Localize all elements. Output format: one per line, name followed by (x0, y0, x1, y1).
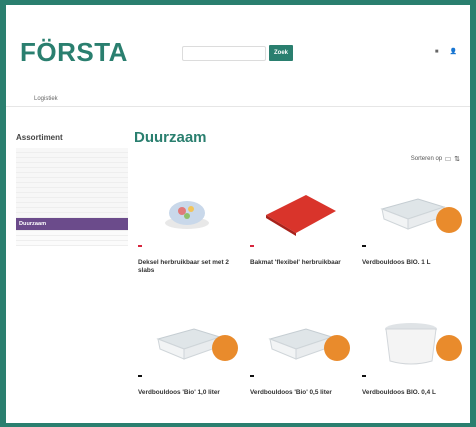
product-name[interactable]: Deksel herbruikbaar set met 2 slabs (138, 259, 242, 275)
sidebar-item[interactable] (16, 241, 128, 246)
brand-badge (138, 245, 142, 247)
search-button[interactable]: Zoek (269, 45, 293, 61)
product-image[interactable] (246, 181, 352, 243)
nav-item[interactable]: Logistiek (34, 96, 58, 102)
logo[interactable]: FÖRSTA (20, 37, 128, 68)
product-card[interactable]: Verdbouldoos BIO. 1 L (358, 181, 464, 273)
product-image[interactable] (134, 181, 240, 243)
product-name[interactable]: Bakmat 'flexibel' herbruikbaar (250, 259, 354, 267)
brand-badge (362, 375, 366, 377)
price-badge (324, 335, 350, 361)
sort-select[interactable] (445, 157, 452, 161)
product-name[interactable]: Verdbouldoos BIO. 0,4 L (362, 389, 466, 397)
product-name[interactable]: Verdbouldoos 'Bio' 1,0 liter (138, 389, 242, 397)
product-card[interactable]: Verdbouldoos BIO. 0,4 L (358, 311, 464, 403)
cart-icon: ■ (434, 48, 439, 55)
sidebar-title: Assortiment (16, 133, 63, 142)
brand-badge (362, 245, 366, 247)
page-title: Duurzaam (134, 129, 207, 146)
sidebar-item-active[interactable]: Duurzaam (16, 218, 128, 231)
brand-badge (250, 245, 254, 247)
brand-badge (138, 375, 142, 377)
sidebar: Duurzaam (16, 148, 128, 246)
price-badge (436, 207, 462, 233)
page: FÖRSTA Zoek ■ 👤 Logistiek Assortiment Du… (6, 5, 470, 423)
product-card[interactable]: Verdbouldoos 'Bio' 0,5 liter (246, 311, 352, 403)
product-name[interactable]: Verdbouldoos 'Bio' 0,5 liter (250, 389, 354, 397)
user-icon: 👤 (449, 49, 457, 55)
sort-row: Sorteren op ⇅ (411, 155, 460, 163)
price-badge (212, 335, 238, 361)
account-link[interactable]: ■ (435, 49, 442, 55)
top-nav: Logistiek (6, 91, 470, 107)
login-link[interactable]: 👤 (450, 48, 460, 55)
price-badge (436, 335, 462, 361)
search-input[interactable] (182, 46, 266, 61)
sort-label: Sorteren op (410, 156, 443, 162)
brand-badge (250, 375, 254, 377)
product-card[interactable]: Deksel herbruikbaar set met 2 slabs (134, 181, 242, 275)
product-name[interactable]: Verdbouldoos BIO. 1 L (362, 259, 466, 267)
product-card[interactable]: Verdbouldoos 'Bio' 1,0 liter (134, 311, 240, 403)
product-card[interactable]: Bakmat 'flexibel' herbruikbaar (246, 181, 352, 273)
sort-direction-icon[interactable]: ⇅ (454, 155, 460, 163)
account-links: ■ 👤 (435, 48, 460, 56)
